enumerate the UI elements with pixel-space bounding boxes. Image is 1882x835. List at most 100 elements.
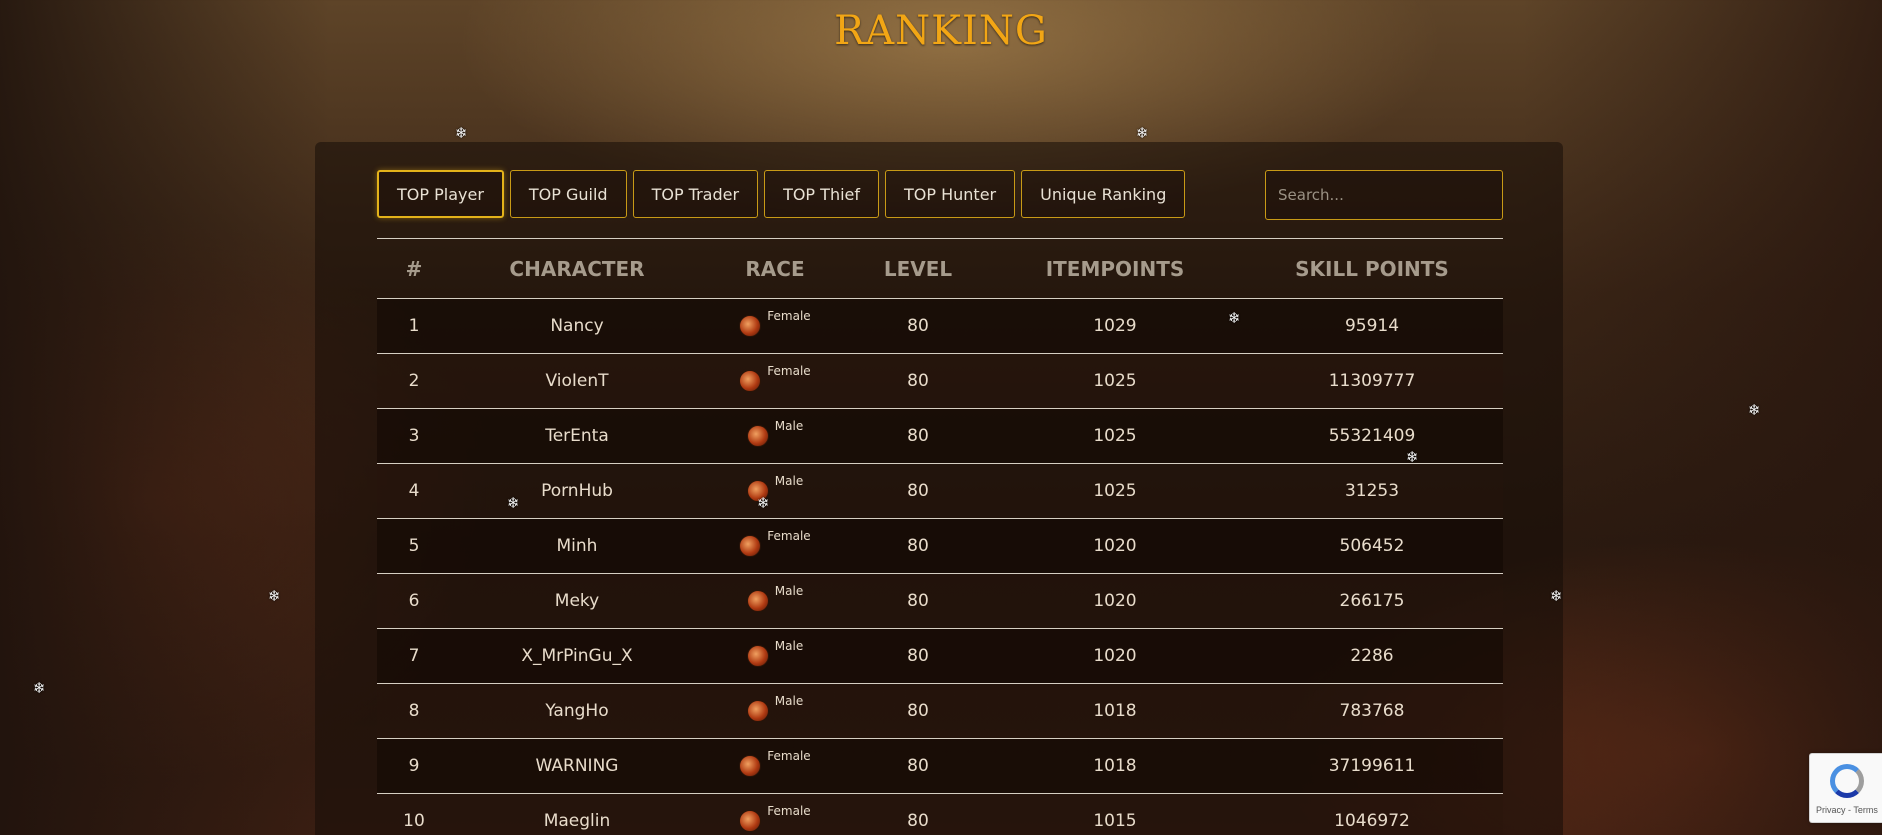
race-cell: Male xyxy=(703,408,847,464)
page-title: RANKING xyxy=(834,8,1048,54)
search-input[interactable] xyxy=(1265,170,1503,220)
gender-label: Male xyxy=(774,473,804,488)
level-cell: 80 xyxy=(847,518,989,574)
rank-cell: 1 xyxy=(377,298,451,354)
gender-label: Male xyxy=(774,693,804,708)
tab-unique-ranking[interactable]: Unique Ranking xyxy=(1021,170,1186,218)
chinese-race-icon xyxy=(739,314,762,337)
rank-cell: 7 xyxy=(377,628,451,684)
snowflake-icon: ❄ xyxy=(1406,448,1419,466)
table-row[interactable]: 4 PornHub Male 80 1025 31253 xyxy=(377,463,1503,519)
race-cell: Male xyxy=(703,463,847,519)
tab-top-guild[interactable]: TOP Guild xyxy=(509,170,627,218)
character-name[interactable]: WARNING xyxy=(451,738,703,794)
column-character-header[interactable]: CHARACTER xyxy=(451,238,703,299)
tab-top-hunter[interactable]: TOP Hunter xyxy=(885,170,1016,218)
race-cell: Female xyxy=(703,518,847,574)
race-cell: Female xyxy=(703,738,847,794)
race-cell: Female xyxy=(703,298,847,354)
skillpoints-cell: 37199611 xyxy=(1241,738,1503,794)
snowflake-icon: ❄ xyxy=(757,494,770,512)
skillpoints-cell: 55321409 xyxy=(1241,408,1503,464)
column-level-header[interactable]: LEVEL xyxy=(847,238,989,299)
snowflake-icon: ❄ xyxy=(1748,401,1761,419)
column-itempoints-header[interactable]: ITEMPOINTS xyxy=(989,238,1241,299)
gender-label: Male xyxy=(774,583,804,598)
recaptcha-badge[interactable]: Privacy - Terms xyxy=(1809,753,1882,823)
itempoints-cell: 1029 xyxy=(989,298,1241,354)
tab-top-player[interactable]: TOP Player xyxy=(377,170,504,218)
itempoints-cell: 1015 xyxy=(989,793,1241,835)
snowflake-icon: ❄ xyxy=(507,494,520,512)
rank-cell: 10 xyxy=(377,793,451,835)
skillpoints-cell: 95914 xyxy=(1241,298,1503,354)
snowflake-icon: ❄ xyxy=(268,587,281,605)
rank-cell: 3 xyxy=(377,408,451,464)
recaptcha-logo-icon xyxy=(1830,764,1864,798)
level-cell: 80 xyxy=(847,408,989,464)
rank-cell: 6 xyxy=(377,573,451,629)
character-name[interactable]: YangHo xyxy=(451,683,703,739)
itempoints-cell: 1025 xyxy=(989,463,1241,519)
character-name[interactable]: Nancy xyxy=(451,298,703,354)
skillpoints-cell: 11309777 xyxy=(1241,353,1503,409)
itempoints-cell: 1020 xyxy=(989,573,1241,629)
table-row[interactable]: 1 Nancy Female 80 1029 95914 xyxy=(377,298,1503,354)
table-header-row: # CHARACTER RACE LEVEL ITEMPOINTS SKILL … xyxy=(377,238,1503,299)
column-race-header[interactable]: RACE xyxy=(703,238,847,299)
table-row[interactable]: 9 WARNING Female 80 1018 37199611 xyxy=(377,738,1503,794)
itempoints-cell: 1018 xyxy=(989,683,1241,739)
itempoints-cell: 1020 xyxy=(989,518,1241,574)
table-row[interactable]: 7 X_MrPinGu_X Male 80 1020 2286 xyxy=(377,628,1503,684)
chinese-race-icon xyxy=(739,369,762,392)
rank-cell: 4 xyxy=(377,463,451,519)
skillpoints-cell: 266175 xyxy=(1241,573,1503,629)
character-name[interactable]: PornHub xyxy=(451,463,703,519)
table-row[interactable]: 6 Meky Male 80 1020 266175 xyxy=(377,573,1503,629)
rank-cell: 5 xyxy=(377,518,451,574)
ranking-tabs: TOP Player TOP Guild TOP Trader TOP Thie… xyxy=(377,170,1186,220)
ranking-table: # CHARACTER RACE LEVEL ITEMPOINTS SKILL … xyxy=(377,238,1503,835)
table-row[interactable]: 3 TerEnta Male 80 1025 55321409 xyxy=(377,408,1503,464)
table-row[interactable]: 2 VioIenT Female 80 1025 11309777 xyxy=(377,353,1503,409)
skillpoints-cell: 2286 xyxy=(1241,628,1503,684)
chinese-race-icon xyxy=(739,534,762,557)
level-cell: 80 xyxy=(847,683,989,739)
character-name[interactable]: X_MrPinGu_X xyxy=(451,628,703,684)
character-name[interactable]: Meky xyxy=(451,573,703,629)
table-row[interactable]: 5 Minh Female 80 1020 506452 xyxy=(377,518,1503,574)
gender-label: Male xyxy=(774,418,804,433)
gender-label: Female xyxy=(767,528,811,543)
skillpoints-cell: 1046972 xyxy=(1241,793,1503,835)
level-cell: 80 xyxy=(847,628,989,684)
race-cell: Female xyxy=(703,793,847,835)
chinese-race-icon xyxy=(746,644,769,667)
race-cell: Male xyxy=(703,683,847,739)
tab-top-thief[interactable]: TOP Thief xyxy=(764,170,879,218)
gender-label: Female xyxy=(767,748,811,763)
level-cell: 80 xyxy=(847,573,989,629)
character-name[interactable]: VioIenT xyxy=(451,353,703,409)
background-cliff-right xyxy=(1522,0,1882,835)
character-name[interactable]: TerEnta xyxy=(451,408,703,464)
snowflake-icon: ❄ xyxy=(1136,124,1149,142)
skillpoints-cell: 783768 xyxy=(1241,683,1503,739)
skillpoints-cell: 506452 xyxy=(1241,518,1503,574)
background-cliff-left xyxy=(0,0,330,835)
character-name[interactable]: Minh xyxy=(451,518,703,574)
character-name[interactable]: Maeglin xyxy=(451,793,703,835)
gender-label: Male xyxy=(774,638,804,653)
gender-label: Female xyxy=(767,803,811,818)
race-cell: Male xyxy=(703,573,847,629)
column-skillpoints-header[interactable]: SKILL POINTS xyxy=(1241,238,1503,299)
tab-top-trader[interactable]: TOP Trader xyxy=(632,170,759,218)
race-cell: Female xyxy=(703,353,847,409)
table-row[interactable]: 8 YangHo Male 80 1018 783768 xyxy=(377,683,1503,739)
recaptcha-links[interactable]: Privacy - Terms xyxy=(1816,805,1878,815)
column-rank-header[interactable]: # xyxy=(377,238,451,299)
snowflake-icon: ❄ xyxy=(1228,309,1241,327)
chinese-race-icon xyxy=(746,424,769,447)
ranking-panel: TOP Player TOP Guild TOP Trader TOP Thie… xyxy=(315,142,1563,835)
itempoints-cell: 1020 xyxy=(989,628,1241,684)
table-row[interactable]: 10 Maeglin Female 80 1015 1046972 xyxy=(377,793,1503,835)
